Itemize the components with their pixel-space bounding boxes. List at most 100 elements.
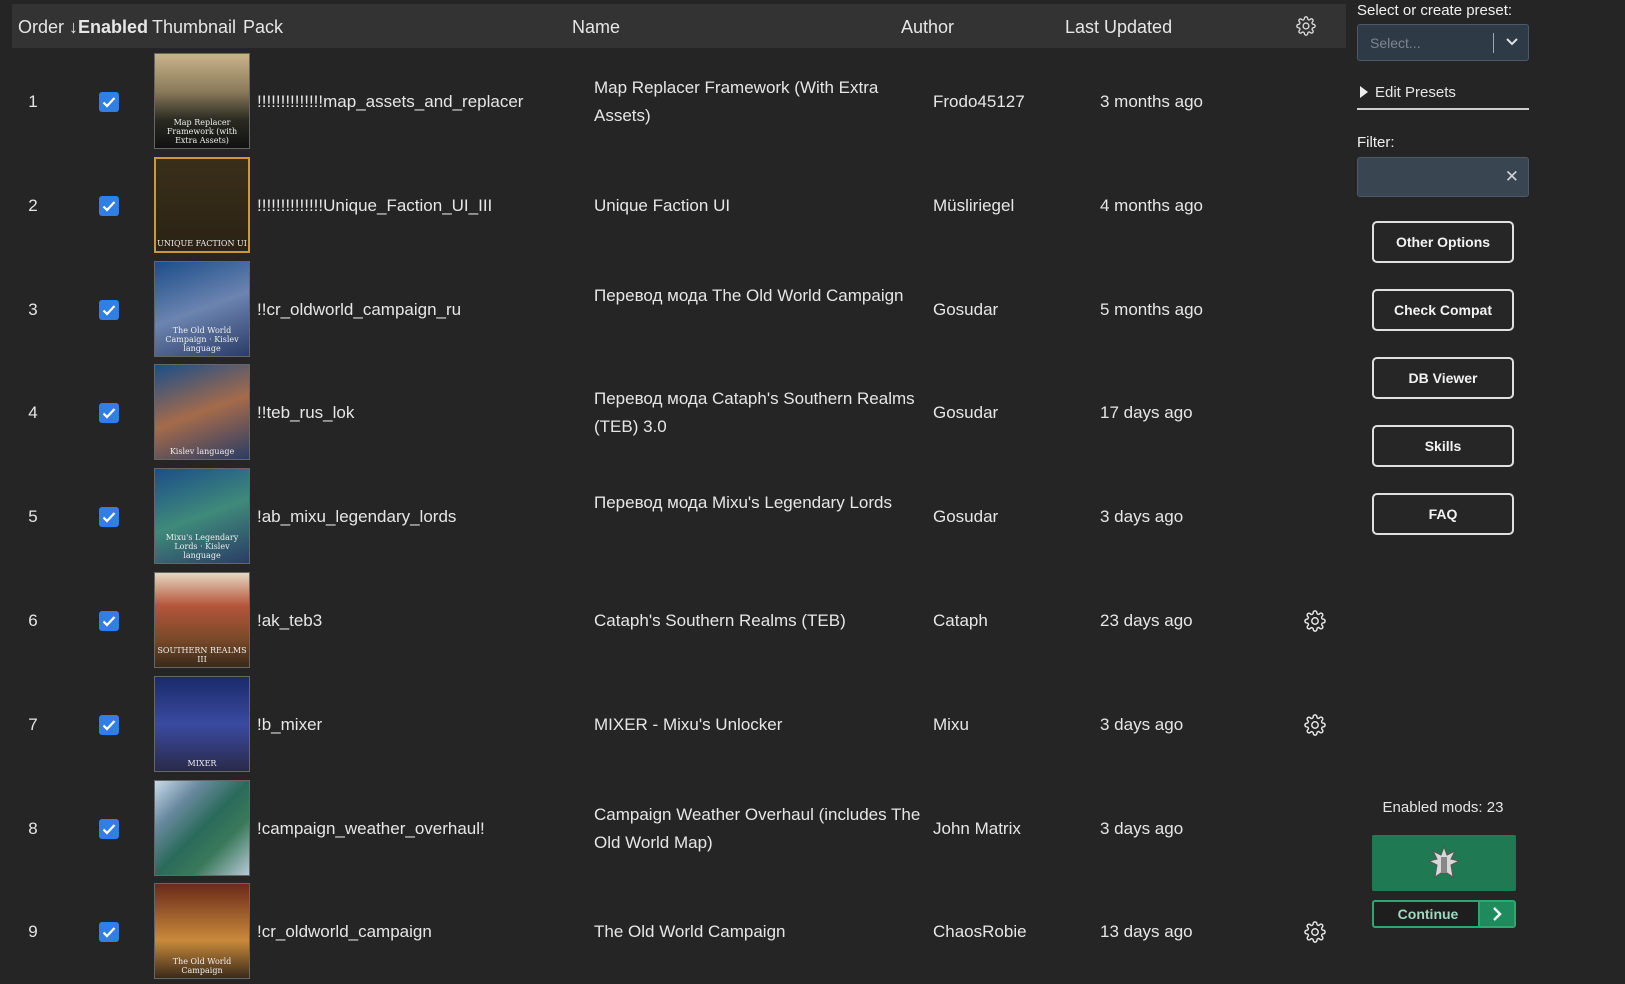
checkmark-icon: [102, 201, 116, 212]
gear-icon[interactable]: [1304, 714, 1326, 736]
db-viewer-button[interactable]: DB Viewer: [1372, 357, 1514, 399]
last-updated: 23 days ago: [1100, 611, 1193, 630]
enabled-checkbox[interactable]: [99, 507, 119, 528]
enabled-checkbox[interactable]: [99, 92, 119, 112]
mod-author: Müsliriegel: [933, 195, 1015, 215]
mod-author: Gosudar: [933, 299, 999, 319]
row-order: 3: [28, 299, 38, 319]
table-header: Order ↓Enabled Thumbnail Pack Name Autho…: [12, 4, 1346, 48]
preset-placeholder: Select...: [1370, 35, 1421, 51]
mod-author: Gosudar: [933, 507, 999, 527]
continue-button[interactable]: Continue: [1372, 900, 1516, 928]
pack-name: !ab_mixu_legendary_lords: [257, 507, 457, 527]
thumbnail-caption: The Old World Campaign: [172, 957, 232, 976]
right-panel: Select or create preset: Select... Edit …: [1357, 0, 1625, 959]
mod-name: Unique Faction UI: [594, 195, 731, 215]
faq-button[interactable]: FAQ: [1372, 493, 1514, 535]
last-updated: 3 months ago: [1100, 92, 1204, 111]
checkmark-icon: [102, 304, 116, 316]
preset-select[interactable]: Select...: [1357, 24, 1529, 61]
checkmark-icon: [102, 408, 116, 419]
pack-name: !!!!!!!!!!!!!!Unique_Faction_UI_III: [257, 195, 493, 215]
enabled-checkbox[interactable]: [99, 299, 119, 320]
enabled-checkbox[interactable]: [99, 403, 119, 424]
row-order: 4: [28, 403, 38, 423]
mod-thumbnail: [154, 779, 250, 876]
table-row[interactable]: 4 Kislev language !!teb_rus_lok Перевод …: [12, 361, 1346, 465]
row-order: 9: [28, 922, 38, 942]
edit-presets-toggle[interactable]: Edit Presets: [1357, 82, 1529, 110]
check-compat-button[interactable]: Check Compat: [1372, 289, 1514, 331]
pack-name: !!cr_oldworld_campaign_ru: [257, 299, 462, 319]
table-row[interactable]: 1 Map Replacer Framework (with Extra Ass…: [12, 50, 1346, 154]
thumbnail-caption: The Old World Campaign · Kislev language: [165, 325, 239, 353]
row-order: 8: [28, 818, 38, 838]
column-header-pack[interactable]: Pack: [243, 17, 283, 38]
mod-author: ChaosRobie: [933, 922, 1027, 942]
expand-triangle-icon: [1360, 86, 1368, 98]
table-row[interactable]: 3 The Old World Campaign · Kislev langua…: [12, 258, 1346, 362]
table-row[interactable]: 5 Mixu's Legendary Lords · Kislev langua…: [12, 465, 1346, 569]
column-header-thumbnail[interactable]: Thumbnail: [152, 17, 236, 38]
mod-author: Frodo45127: [933, 92, 1025, 111]
table-row[interactable]: 7 MIXER !b_mixer MIXER - Mixu's Unlocker…: [12, 673, 1346, 777]
mod-name: Map Replacer Framework (With Extra Asset…: [594, 78, 879, 125]
skills-button[interactable]: Skills: [1372, 425, 1514, 467]
mod-name: Перевод мода The Old World Campaign: [594, 285, 904, 305]
row-order: 7: [28, 714, 38, 734]
sort-arrow-icon: ↓: [69, 17, 78, 37]
row-order: 6: [28, 611, 38, 630]
continue-label: Continue: [1397, 906, 1459, 922]
enabled-checkbox[interactable]: [99, 818, 119, 839]
last-updated: 17 days ago: [1100, 403, 1193, 423]
mod-name: Перевод мода Cataph's Southern Realms (T…: [594, 389, 915, 437]
enabled-checkbox[interactable]: [99, 922, 119, 943]
mod-thumbnail: Map Replacer Framework (with Extra Asset…: [154, 53, 250, 149]
mod-thumbnail: The Old World Campaign · Kislev language: [154, 260, 250, 357]
select-divider: [1493, 33, 1494, 53]
mod-thumbnail: The Old World Campaign: [154, 883, 250, 980]
column-header-name[interactable]: Name: [572, 17, 620, 38]
checkmark-icon: [102, 823, 116, 835]
other-options-button[interactable]: Other Options: [1372, 221, 1514, 263]
clear-filter-icon[interactable]: ✕: [1505, 167, 1519, 187]
checkmark-icon: [102, 927, 116, 938]
mod-name: Cataph's Southern Realms (TEB): [594, 611, 846, 630]
table-row[interactable]: 6 SOUTHERN REALMS III !ak_teb3 Cataph's …: [12, 569, 1346, 673]
pack-name: !ak_teb3: [257, 611, 323, 630]
enabled-checkbox[interactable]: [99, 195, 119, 216]
filter-input[interactable]: ✕: [1357, 157, 1529, 197]
enabled-checkbox[interactable]: [99, 714, 119, 735]
mod-thumbnail: MIXER: [154, 675, 250, 772]
row-order: 2: [28, 195, 38, 215]
filter-label: Filter:: [1357, 134, 1395, 151]
mod-thumbnail: SOUTHERN REALMS III: [154, 572, 250, 668]
chevron-right-icon[interactable]: [1478, 902, 1514, 926]
thumbnail-caption: UNIQUE FACTION UI: [157, 238, 247, 248]
pack-name: !!!!!!!!!!!!!!map_assets_and_replacer: [257, 92, 524, 111]
mod-thumbnail: Mixu's Legendary Lords · Kislev language: [154, 468, 250, 565]
table-row[interactable]: 9 The Old World Campaign !cr_oldworld_ca…: [12, 880, 1346, 984]
gear-icon[interactable]: [1296, 16, 1316, 36]
mod-thumbnail: Kislev language: [154, 364, 250, 461]
column-header-order[interactable]: Order: [18, 17, 64, 38]
mod-author: Gosudar: [933, 403, 999, 423]
last-updated: 13 days ago: [1100, 922, 1193, 942]
thumbnail-caption: MIXER: [187, 758, 217, 768]
mod-name: Campaign Weather Overhaul (includes The …: [594, 804, 921, 852]
table-row[interactable]: 2 UNIQUE FACTION UI !!!!!!!!!!!!!!Unique…: [12, 154, 1346, 258]
column-header-author[interactable]: Author: [901, 17, 954, 38]
play-button[interactable]: [1372, 835, 1516, 891]
column-header-enabled[interactable]: ↓Enabled: [69, 17, 148, 38]
chevron-down-icon[interactable]: [1503, 33, 1521, 51]
enabled-checkbox[interactable]: [99, 611, 119, 631]
mod-author: Mixu: [933, 714, 969, 734]
gear-icon[interactable]: [1304, 921, 1326, 944]
last-updated: 3 days ago: [1100, 507, 1184, 527]
preset-label: Select or create preset:: [1357, 2, 1513, 19]
last-updated: 5 months ago: [1100, 299, 1204, 319]
gear-icon[interactable]: [1304, 610, 1326, 632]
column-header-last-updated[interactable]: Last Updated: [1065, 17, 1172, 38]
table-row[interactable]: 8 !campaign_weather_overhaul! Campaign W…: [12, 777, 1346, 881]
checkmark-icon: [102, 512, 116, 523]
